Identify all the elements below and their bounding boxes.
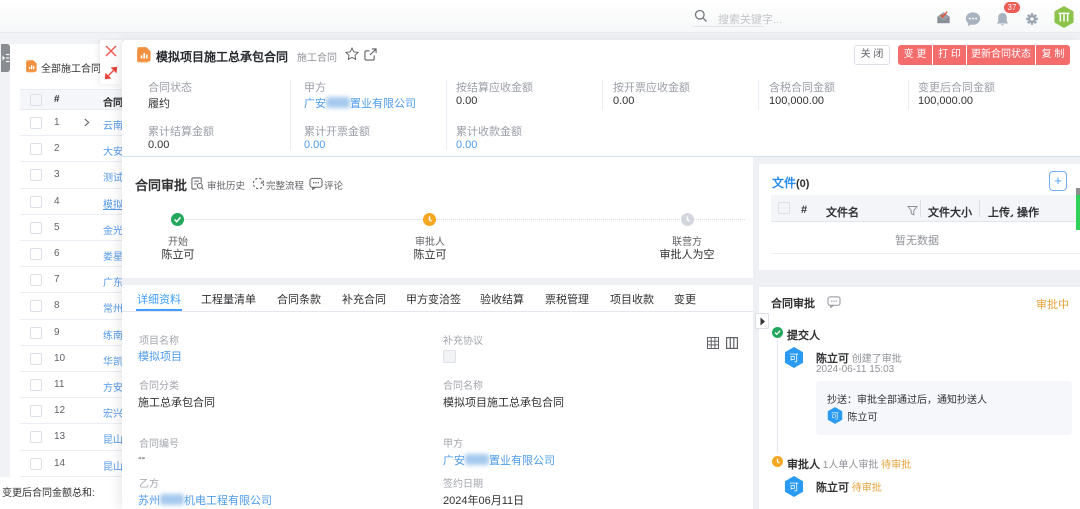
svg-text:可: 可 (789, 353, 799, 364)
svg-text:可: 可 (789, 482, 799, 493)
svg-text:可: 可 (831, 412, 839, 421)
